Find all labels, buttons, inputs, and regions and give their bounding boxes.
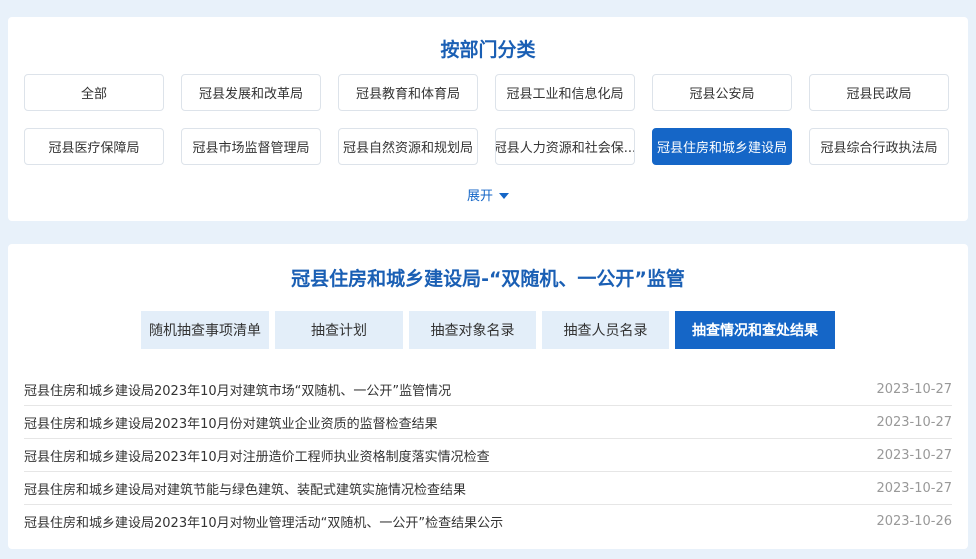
list-item-date: 2023-10-27 bbox=[876, 480, 952, 496]
department-button-education-sports[interactable]: 冠县教育和体育局 bbox=[338, 74, 478, 111]
department-filter-panel: 按部门分类 全部 冠县发展和改革局 冠县教育和体育局 冠县工业和信息化局 冠县公… bbox=[8, 17, 968, 221]
supervision-panel: 冠县住房和城乡建设局-“双随机、一公开”监管 随机抽查事项清单 抽查计划 抽查对… bbox=[8, 244, 968, 549]
supervision-tabs: 随机抽查事项清单 抽查计划 抽查对象名录 抽查人员名录 抽查情况和查处结果 bbox=[141, 311, 835, 349]
tab-random-inspection-list[interactable]: 随机抽查事项清单 bbox=[141, 311, 269, 349]
list-item: 冠县住房和城乡建设局2023年10月对物业管理活动“双随机、一公开”检查结果公示… bbox=[24, 505, 952, 538]
supervision-section-title: 冠县住房和城乡建设局-“双随机、一公开”监管 bbox=[291, 268, 685, 290]
list-item-title[interactable]: 冠县住房和城乡建设局2023年10月对物业管理活动“双随机、一公开”检查结果公示 bbox=[24, 512, 503, 531]
department-button-industry-it[interactable]: 冠县工业和信息化局 bbox=[495, 74, 635, 111]
department-button-all[interactable]: 全部 bbox=[24, 74, 164, 111]
list-item-date: 2023-10-27 bbox=[876, 414, 952, 430]
department-button-housing-construction[interactable]: 冠县住房和城乡建设局 bbox=[652, 128, 792, 165]
department-grid: 全部 冠县发展和改革局 冠县教育和体育局 冠县工业和信息化局 冠县公安局 冠县民… bbox=[24, 74, 949, 165]
department-button-development-reform[interactable]: 冠县发展和改革局 bbox=[181, 74, 321, 111]
department-button-medical-security[interactable]: 冠县医疗保障局 bbox=[24, 128, 164, 165]
list-item: 冠县住房和城乡建设局对建筑节能与绿色建筑、装配式建筑实施情况检查结果 2023-… bbox=[24, 472, 952, 505]
list-item-title[interactable]: 冠县住房和城乡建设局2023年10月对建筑市场“双随机、一公开”监管情况 bbox=[24, 380, 451, 399]
tab-inspection-results[interactable]: 抽查情况和查处结果 bbox=[675, 311, 835, 349]
department-button-public-security[interactable]: 冠县公安局 bbox=[652, 74, 792, 111]
caret-down-icon bbox=[499, 193, 509, 199]
department-button-market-supervision[interactable]: 冠县市场监督管理局 bbox=[181, 128, 321, 165]
list-item-title[interactable]: 冠县住房和城乡建设局2023年10月份对建筑业企业资质的监督检查结果 bbox=[24, 413, 438, 432]
list-item: 冠县住房和城乡建设局2023年10月对注册造价工程师执业资格制度落实情况检查 2… bbox=[24, 439, 952, 472]
list-item: 冠县住房和城乡建设局2023年10月对建筑市场“双随机、一公开”监管情况 202… bbox=[24, 373, 952, 406]
list-item-date: 2023-10-27 bbox=[876, 381, 952, 397]
tab-inspection-personnel[interactable]: 抽查人员名录 bbox=[542, 311, 669, 349]
expand-button[interactable]: 展开 bbox=[8, 185, 968, 204]
department-button-civil-affairs[interactable]: 冠县民政局 bbox=[809, 74, 949, 111]
expand-label: 展开 bbox=[466, 189, 493, 204]
list-item-date: 2023-10-27 bbox=[876, 447, 952, 463]
department-button-law-enforcement[interactable]: 冠县综合行政执法局 bbox=[809, 128, 949, 165]
results-list: 冠县住房和城乡建设局2023年10月对建筑市场“双随机、一公开”监管情况 202… bbox=[24, 373, 952, 538]
tab-inspection-plan[interactable]: 抽查计划 bbox=[275, 311, 403, 349]
list-item-date: 2023-10-26 bbox=[876, 514, 952, 529]
department-button-human-resources[interactable]: 冠县人力资源和社会保... bbox=[495, 128, 635, 165]
tab-inspection-targets[interactable]: 抽查对象名录 bbox=[409, 311, 536, 349]
department-section-title: 按部门分类 bbox=[440, 39, 536, 61]
list-item-title[interactable]: 冠县住房和城乡建设局2023年10月对注册造价工程师执业资格制度落实情况检查 bbox=[24, 446, 490, 465]
list-item-title[interactable]: 冠县住房和城乡建设局对建筑节能与绿色建筑、装配式建筑实施情况检查结果 bbox=[24, 479, 466, 498]
list-item: 冠县住房和城乡建设局2023年10月份对建筑业企业资质的监督检查结果 2023-… bbox=[24, 406, 952, 439]
department-button-natural-resources[interactable]: 冠县自然资源和规划局 bbox=[338, 128, 478, 165]
